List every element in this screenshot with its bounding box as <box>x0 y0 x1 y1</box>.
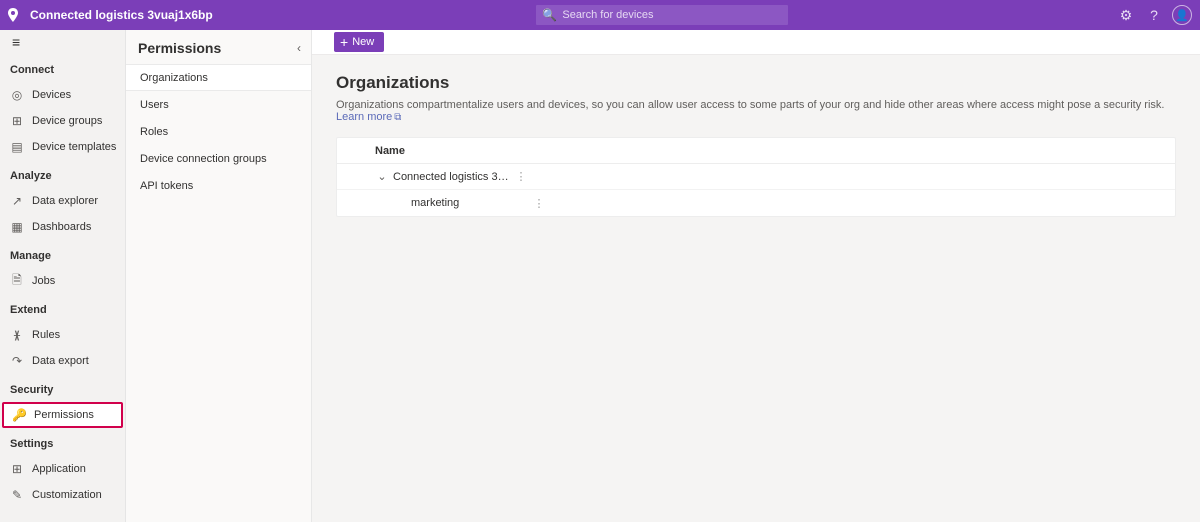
device-groups-icon: ⊞ <box>10 114 24 128</box>
subnav-item-label: Users <box>140 99 169 111</box>
help-icon[interactable]: ? <box>1140 7 1168 23</box>
rules-icon: ᚕ <box>10 328 24 342</box>
nav-item-devices[interactable]: ◎ Devices <box>0 82 125 108</box>
device-templates-icon: ▤ <box>10 140 24 154</box>
nav-item-data-export[interactable]: ↷ Data export <box>0 348 125 374</box>
subnav-item-label: Organizations <box>140 72 208 84</box>
nav-group-analyze: Analyze <box>0 160 125 188</box>
nav-item-label: Dashboards <box>32 221 91 233</box>
subnav-item-api-tokens[interactable]: API tokens <box>126 172 311 199</box>
nav-item-device-groups[interactable]: ⊞ Device groups <box>0 108 125 134</box>
nav-item-customization[interactable]: ✎ Customization <box>0 482 125 508</box>
nav-item-label: Rules <box>32 329 60 341</box>
nav-group-extend: Extend <box>0 294 125 322</box>
page-title: Organizations <box>336 73 1176 93</box>
page-description: Organizations compartmentalize users and… <box>336 99 1176 123</box>
nav-item-permissions[interactable]: 🔑 Permissions <box>2 402 123 428</box>
subnav-title: Permissions <box>138 40 221 56</box>
subnav-item-organizations[interactable]: Organizations <box>126 64 311 91</box>
nav-item-label: Data export <box>32 355 89 367</box>
nav-group-security: Security <box>0 374 125 402</box>
nav-item-application[interactable]: ⊞ Application <box>0 456 125 482</box>
permissions-icon: 🔑 <box>12 408 26 422</box>
nav-item-jobs[interactable]: 🗎 Jobs <box>0 268 125 294</box>
search-icon: 🔍 <box>542 8 557 22</box>
jobs-icon: 🗎 <box>10 271 24 292</box>
app-header: Connected logistics 3vuaj1x6bp 🔍 ⚙ ? 👤 <box>0 0 1200 30</box>
column-name[interactable]: Name <box>373 145 405 157</box>
nav-group-manage: Manage <box>0 240 125 268</box>
external-link-icon: ⧉ <box>394 112 401 123</box>
chevron-left-icon[interactable]: ‹ <box>297 41 301 55</box>
learn-more-link[interactable]: Learn more <box>336 111 392 123</box>
nav-group-settings: Settings <box>0 428 125 456</box>
application-icon: ⊞ <box>10 462 24 476</box>
nav-item-label: Customization <box>32 489 102 501</box>
table-row[interactable]: marketing ⋮ <box>337 190 1175 216</box>
main-content: + New Organizations Organizations compart… <box>312 30 1200 522</box>
table-row[interactable]: ⌄ Connected logistics 3v... ⋮ <box>337 164 1175 190</box>
data-export-icon: ↷ <box>10 354 24 368</box>
gear-icon[interactable]: ⚙ <box>1112 7 1140 24</box>
primary-nav: ≡ Connect ◎ Devices ⊞ Device groups ▤ Devic… <box>0 30 126 522</box>
row-actions-icon[interactable]: ⋮ <box>511 170 531 183</box>
subnav-item-label: API tokens <box>140 180 193 192</box>
nav-item-label: Devices <box>32 89 71 101</box>
nav-item-label: Data explorer <box>32 195 98 207</box>
devices-icon: ◎ <box>10 88 24 102</box>
subnav-item-label: Roles <box>140 126 168 138</box>
row-actions-icon[interactable]: ⋮ <box>529 197 549 210</box>
table-header: Name <box>337 138 1175 164</box>
nav-group-connect: Connect <box>0 54 125 82</box>
new-button[interactable]: + New <box>334 32 384 52</box>
row-name: Connected logistics 3v... <box>391 171 511 183</box>
nav-item-label: Device templates <box>32 141 116 153</box>
nav-item-label: Device groups <box>32 115 102 127</box>
subnav-item-device-connection-groups[interactable]: Device connection groups <box>126 145 311 172</box>
subnav-item-users[interactable]: Users <box>126 91 311 118</box>
nav-item-label: Jobs <box>32 275 55 287</box>
search-input[interactable] <box>536 5 788 25</box>
location-icon <box>0 8 26 22</box>
nav-item-label: Permissions <box>34 409 94 421</box>
dashboards-icon: ▦ <box>10 220 24 234</box>
nav-item-dashboards[interactable]: ▦ Dashboards <box>0 214 125 240</box>
row-name: marketing <box>409 197 529 209</box>
nav-item-data-explorer[interactable]: ↗ Data explorer <box>0 188 125 214</box>
organizations-table: Name ⌄ Connected logistics 3v... ⋮ marke… <box>336 137 1176 217</box>
nav-item-device-templates[interactable]: ▤ Device templates <box>0 134 125 160</box>
toolbar: + New <box>312 30 1200 55</box>
customization-icon: ✎ <box>10 488 24 502</box>
permissions-subnav: Permissions ‹ Organizations Users Roles … <box>126 30 312 522</box>
chevron-down-icon[interactable]: ⌄ <box>373 170 391 183</box>
avatar[interactable]: 👤 <box>1172 5 1192 25</box>
hamburger-icon[interactable]: ≡ <box>0 30 125 54</box>
plus-icon: + <box>340 35 348 49</box>
subnav-item-label: Device connection groups <box>140 153 267 165</box>
new-button-label: New <box>352 36 374 48</box>
app-title: Connected logistics 3vuaj1x6bp <box>30 8 213 22</box>
nav-item-label: Application <box>32 463 86 475</box>
subnav-item-roles[interactable]: Roles <box>126 118 311 145</box>
nav-item-rules[interactable]: ᚕ Rules <box>0 322 125 348</box>
data-explorer-icon: ↗ <box>10 194 24 208</box>
